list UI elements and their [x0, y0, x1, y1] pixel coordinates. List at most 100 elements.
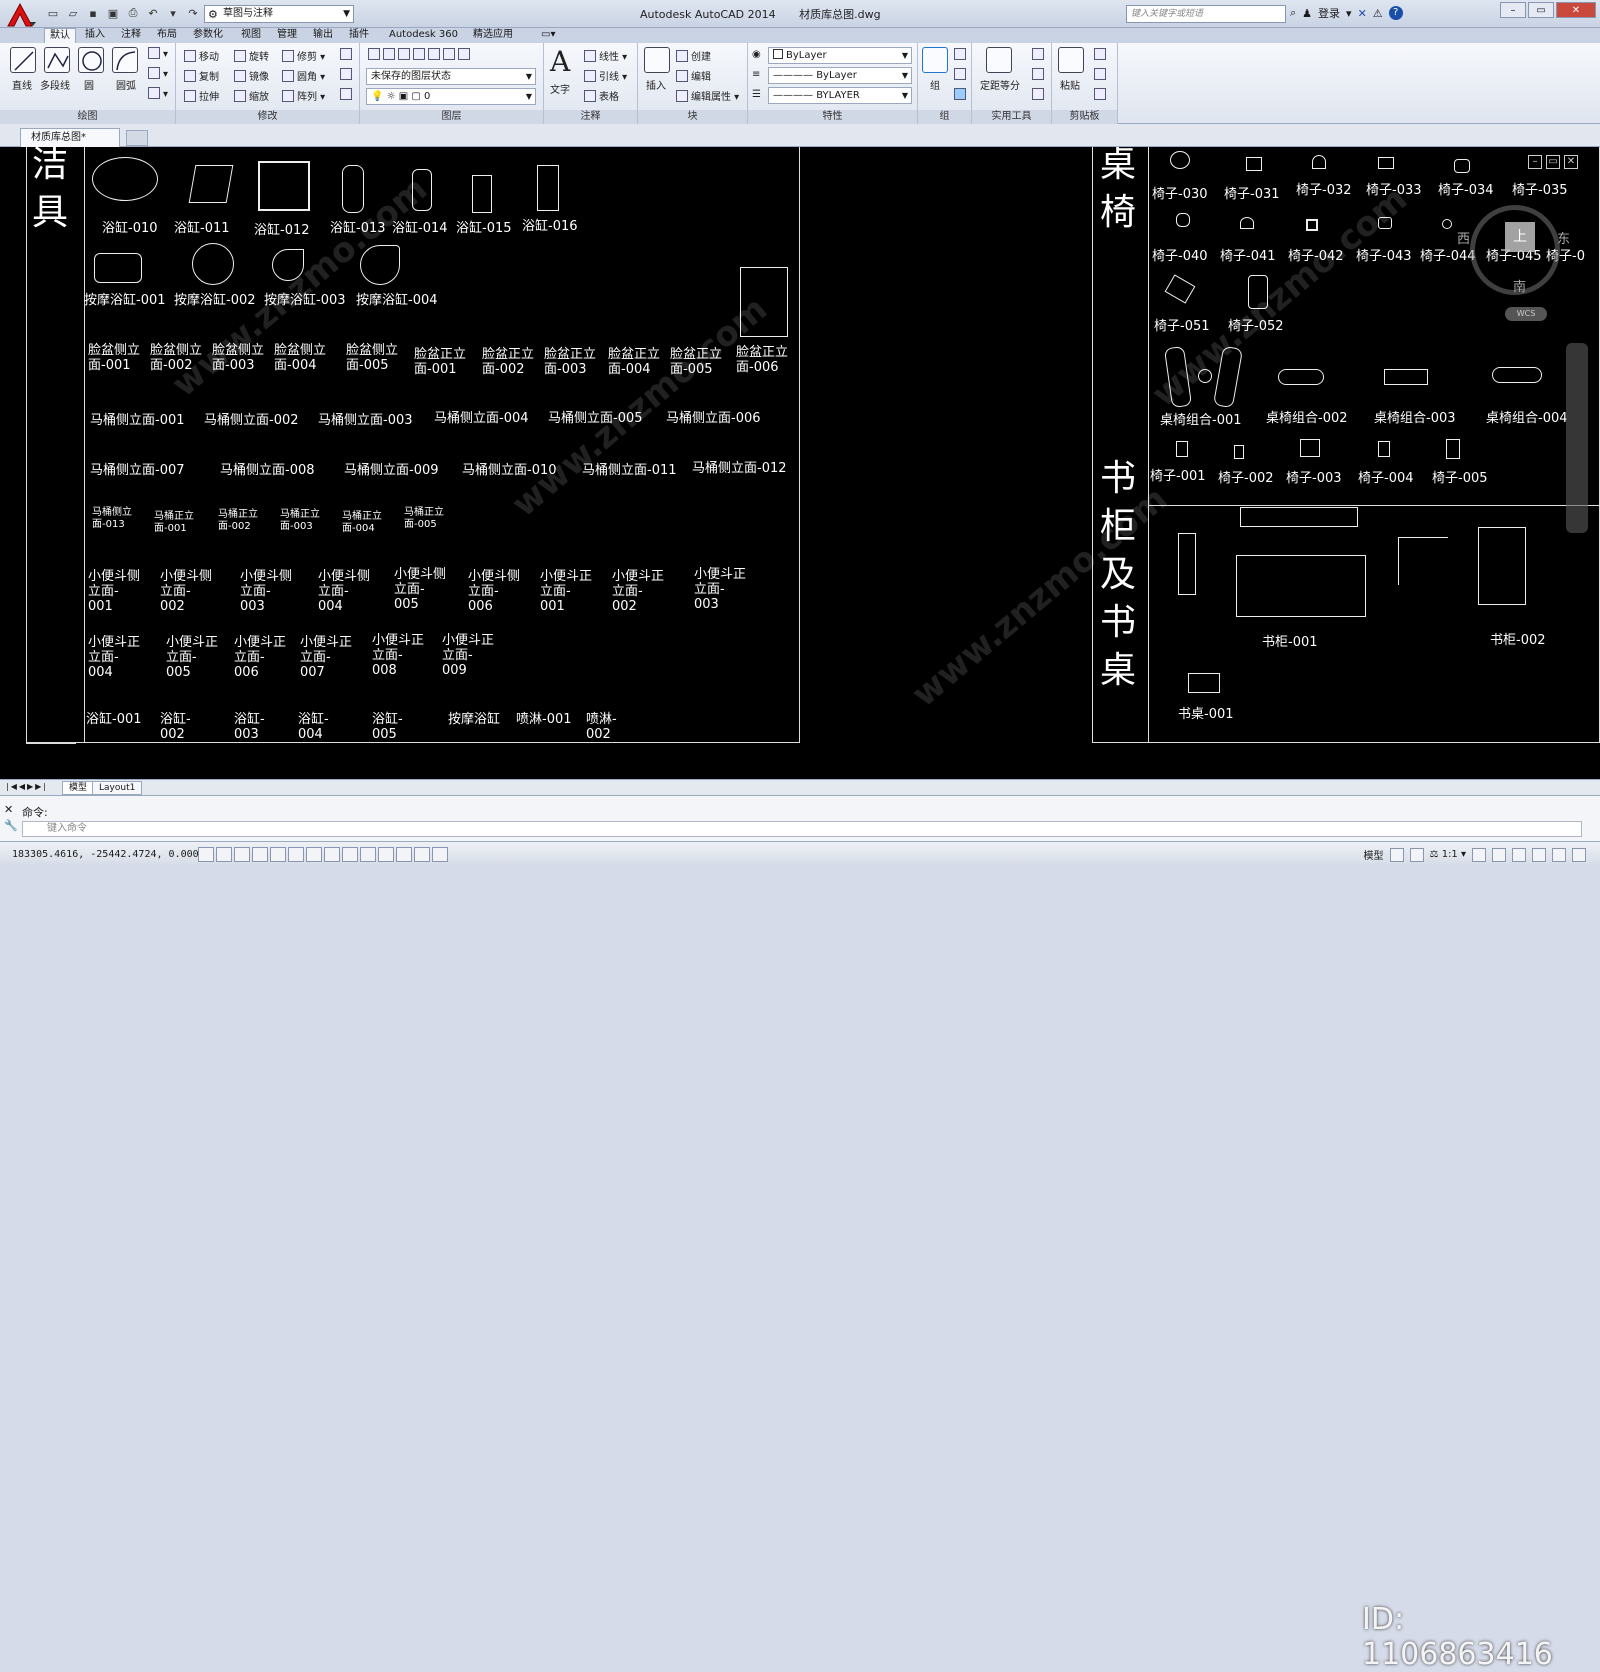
table-button[interactable]: 表格	[584, 88, 619, 103]
chair-symbol[interactable]	[1378, 217, 1392, 229]
viewcube[interactable]: 上 西 东 南	[1457, 205, 1570, 295]
quick-view-layouts-icon[interactable]	[1389, 847, 1404, 862]
bathtub-symbol[interactable]	[412, 169, 432, 211]
stretch-button[interactable]: 拉伸	[184, 88, 219, 103]
model-space-button[interactable]: 模型	[1364, 847, 1384, 862]
tab-insert[interactable]: 插入	[80, 28, 110, 43]
trim-button[interactable]: 修剪 ▾	[282, 48, 325, 63]
rotate-button[interactable]: 旋转	[234, 48, 269, 63]
undo-dropdown-icon[interactable]: ▾	[164, 5, 182, 21]
drawing-canvas[interactable]: www.znzmo.com www.znzmo.com www.znzmo.co…	[0, 147, 1600, 779]
layers-panel-title[interactable]: 图层	[360, 110, 543, 124]
layout-nav-arrows[interactable]: |◀◀▶▶|	[6, 782, 48, 791]
user-icon[interactable]: ♟	[1302, 7, 1312, 20]
workspace-switching-icon[interactable]	[1492, 847, 1506, 862]
save-as-icon[interactable]: ▣	[104, 5, 122, 21]
linetype-select[interactable]: ———— ByLayer ▼	[768, 67, 912, 84]
minimize-button[interactable]: –	[1500, 2, 1526, 18]
tab-model[interactable]: 模型	[62, 781, 95, 795]
bathtub-symbol[interactable]	[537, 165, 559, 211]
bookcase-symbol[interactable]	[1398, 537, 1448, 585]
dropdown-icon[interactable]: ▾	[1346, 7, 1352, 20]
isolate-objects-icon[interactable]	[1552, 847, 1566, 862]
tab-parametric[interactable]: 参数化	[188, 28, 228, 43]
groups-panel-title[interactable]: 组	[918, 110, 971, 124]
search-input[interactable]: 键入关键字或短语	[1126, 5, 1286, 23]
navigation-bar[interactable]	[1566, 343, 1588, 533]
otrack-toggle[interactable]	[324, 847, 340, 862]
insert-button[interactable]: 插入	[646, 77, 666, 92]
tab-autodesk-360[interactable]: Autodesk 360	[384, 28, 463, 43]
chair-side-symbol[interactable]	[1446, 439, 1460, 459]
tab-layout1[interactable]: Layout1	[92, 781, 143, 795]
arc-button[interactable]: 圆弧	[116, 77, 136, 92]
viewcube-west[interactable]: 西	[1457, 228, 1470, 247]
linear-dim-button[interactable]: 线性 ▾	[584, 48, 627, 63]
viewcube-top[interactable]: 上	[1505, 222, 1535, 252]
leader-button[interactable]: 引线 ▾	[584, 68, 627, 83]
stay-connected-icon[interactable]: ⚠	[1373, 7, 1383, 20]
group-select-icon[interactable]	[954, 88, 969, 101]
osnap-toggle[interactable]	[288, 847, 304, 862]
copy-button[interactable]: 复制	[184, 68, 219, 83]
polyline-button[interactable]: 多段线	[40, 77, 70, 92]
tab-plugins[interactable]: 插件	[344, 28, 374, 43]
offset-icon[interactable]	[340, 88, 355, 101]
ducs-toggle[interactable]	[342, 847, 358, 862]
quick-view-drawings-icon[interactable]	[1409, 847, 1424, 862]
open-icon[interactable]: ▱	[64, 5, 82, 21]
maximize-button[interactable]: ▭	[1528, 2, 1554, 18]
ungroup-icon[interactable]	[954, 48, 969, 61]
layer-select[interactable]: 💡 ☼ ▣ ▢ 0 ▼	[366, 88, 536, 105]
paste-button[interactable]: 粘贴	[1060, 77, 1080, 92]
table-chair-set-symbol[interactable]	[1384, 369, 1428, 385]
rectangle-icon[interactable]: ▾	[148, 47, 168, 60]
binoculars-icon[interactable]: ⌕	[1290, 6, 1296, 20]
bathtub-symbol[interactable]	[342, 165, 364, 213]
workspace-select[interactable]: ⚙ 草图与注释 ▼	[204, 5, 354, 23]
layer-state-select[interactable]: 未保存的图层状态 ▼	[366, 68, 536, 85]
chair-symbol[interactable]	[1170, 151, 1190, 169]
bathtub-symbol[interactable]	[258, 161, 310, 211]
edit-block-button[interactable]: 编辑	[676, 68, 711, 83]
paste-icon[interactable]	[1058, 47, 1084, 73]
chair-side-symbol[interactable]	[1176, 441, 1188, 457]
line-button[interactable]: 直线	[12, 77, 32, 92]
coordinates-readout[interactable]: 183305.4616, -25442.4724, 0.0000	[12, 849, 205, 860]
bookcase-symbol[interactable]	[1240, 507, 1358, 527]
scale-button[interactable]: 缩放	[234, 88, 269, 103]
hardware-acceleration-icon[interactable]	[1532, 847, 1546, 862]
annotation-panel-title[interactable]: 注释	[544, 110, 637, 124]
chair-symbol[interactable]	[1306, 219, 1318, 231]
3d-osnap-toggle[interactable]	[306, 847, 322, 862]
mirror-button[interactable]: 镜像	[234, 68, 269, 83]
id-point-icon[interactable]	[1032, 68, 1047, 81]
move-button[interactable]: 移动	[184, 48, 219, 63]
undo-icon[interactable]: ↶	[144, 5, 162, 21]
draw-panel-title[interactable]: 绘图	[0, 110, 175, 124]
desk-symbol[interactable]	[1188, 673, 1220, 693]
line-icon[interactable]	[10, 47, 36, 73]
utilities-panel-title[interactable]: 实用工具	[972, 110, 1051, 124]
fillet-button[interactable]: 圆角 ▾	[282, 68, 325, 83]
command-line-controls[interactable]: ✕ 🔧	[4, 802, 18, 834]
ribbon-options-icon[interactable]: ▭▾	[536, 28, 560, 43]
quick-calc-icon[interactable]	[1032, 48, 1047, 61]
bookcase-symbol[interactable]	[1478, 527, 1526, 605]
infer-constraints-toggle[interactable]	[198, 847, 214, 862]
chair-symbol[interactable]	[1246, 157, 1262, 171]
viewport-minimize-button[interactable]: –	[1528, 155, 1542, 169]
chair-symbol[interactable]	[1312, 155, 1326, 169]
table-chair-set-symbol[interactable]	[1198, 369, 1212, 383]
insert-block-icon[interactable]	[644, 47, 670, 73]
ortho-toggle[interactable]	[252, 847, 268, 862]
polyline-icon[interactable]	[44, 47, 70, 73]
lock-icon[interactable]	[1512, 847, 1526, 862]
transparency-toggle[interactable]	[396, 847, 412, 862]
measure-button[interactable]: 定距等分	[980, 77, 1020, 92]
help-icon[interactable]: ?	[1388, 6, 1403, 20]
text-icon[interactable]: A	[550, 45, 570, 78]
annotation-scale[interactable]: ⚖ 1:1 ▾	[1430, 849, 1466, 860]
viewport-restore-button[interactable]: ▭	[1546, 155, 1560, 169]
redo-icon[interactable]: ↷	[184, 5, 202, 21]
